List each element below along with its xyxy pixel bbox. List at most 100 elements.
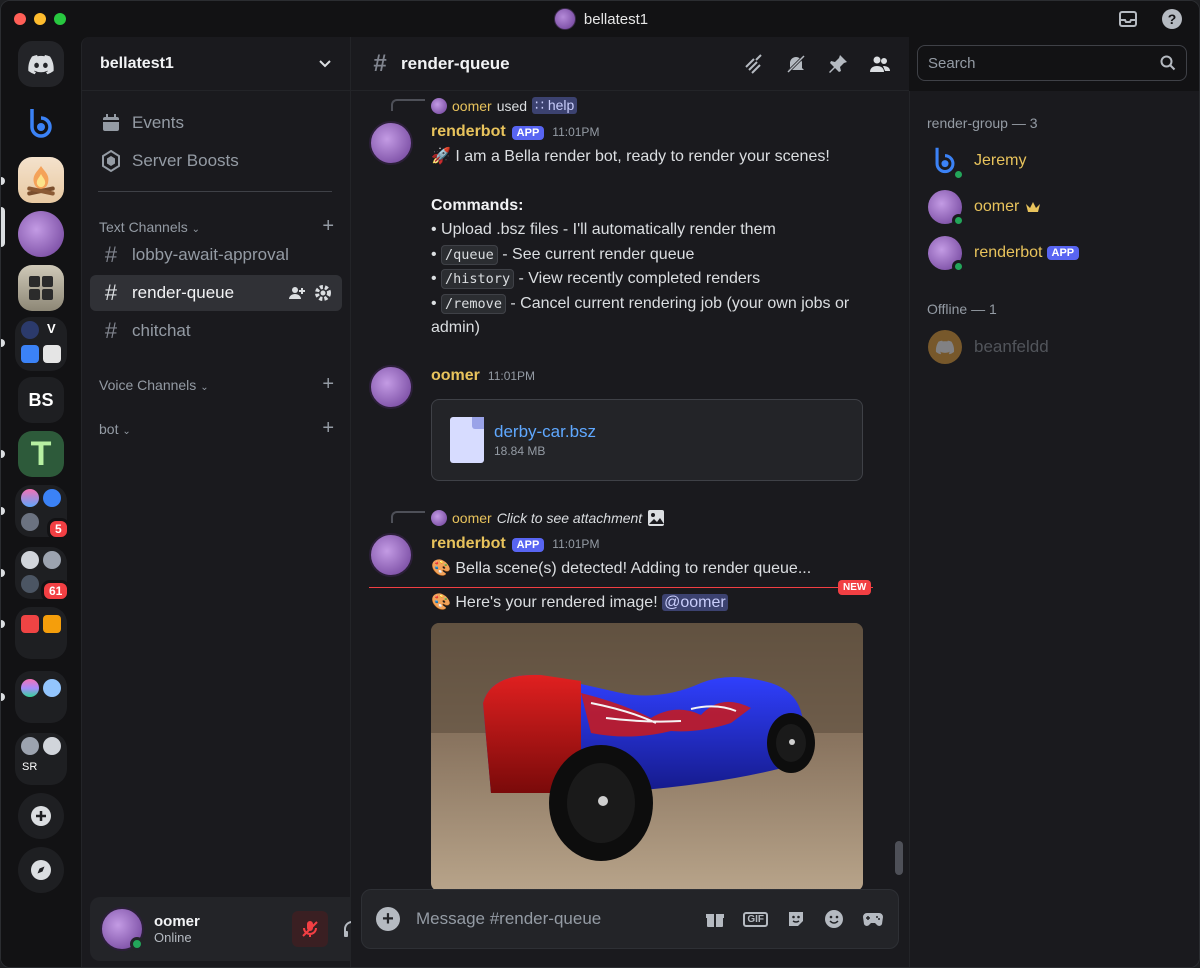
folder-sr-label: SR xyxy=(22,761,38,773)
minimize-window-button[interactable] xyxy=(34,13,46,25)
hash-icon: # xyxy=(373,49,387,77)
mute-button[interactable] xyxy=(292,911,328,947)
window-title-text: bellatest1 xyxy=(583,10,649,28)
message-text: Bella scene(s) detected! Adding to rende… xyxy=(455,560,812,577)
message-author[interactable]: oomer xyxy=(431,367,480,385)
member-row[interactable]: renderbot APP xyxy=(918,231,1193,275)
guild-header[interactable]: bellatest1 xyxy=(82,37,350,91)
gear-icon[interactable] xyxy=(314,284,332,302)
avatar xyxy=(431,510,447,526)
command-chip[interactable]: ∷ help xyxy=(532,97,578,114)
notifications-muted-icon[interactable] xyxy=(785,53,807,75)
command-reply-header[interactable]: oomer used ∷ help xyxy=(431,97,578,114)
chevron-down-icon: ⌄ xyxy=(200,381,209,393)
member-row[interactable]: oomer xyxy=(918,185,1193,229)
message-author[interactable]: renderbot xyxy=(431,535,506,553)
online-status-icon xyxy=(952,214,965,227)
channel-chitchat[interactable]: # chitchat xyxy=(90,313,342,349)
gift-icon[interactable] xyxy=(705,909,725,929)
apps-icon[interactable] xyxy=(862,910,884,928)
reply-username[interactable]: oomer xyxy=(452,98,492,114)
server-icon xyxy=(553,8,576,30)
message-input[interactable]: Message #render-queue xyxy=(416,909,601,929)
bella-logo-server[interactable] xyxy=(18,101,64,147)
threads-icon[interactable] xyxy=(743,53,765,75)
gif-icon[interactable]: GIF xyxy=(743,911,768,927)
channel-sidebar: bellatest1 Events Server Boosts Text Cha… xyxy=(81,37,422,967)
zoom-window-button[interactable] xyxy=(54,13,66,25)
channel-header: # render-queue xyxy=(351,37,909,91)
user-info[interactable]: oomer Online xyxy=(154,913,200,945)
server-folder-sr[interactable]: SR xyxy=(15,733,67,785)
file-name-link[interactable]: derby-car.bsz xyxy=(494,422,596,442)
inbox-icon[interactable] xyxy=(1117,8,1139,30)
unread-badge: 61 xyxy=(41,580,71,602)
avatar xyxy=(431,97,447,114)
user-mention[interactable]: @oomer xyxy=(662,594,728,611)
channel-lobby-await-approval[interactable]: # lobby-await-approval xyxy=(90,237,342,273)
app-window: bellatest1 ? V BS T 5 61 SR bellatest1 E… xyxy=(0,0,1200,968)
add-server-button[interactable] xyxy=(18,793,64,839)
reply-preview-text[interactable]: Click to see attachment xyxy=(497,510,643,526)
member-row[interactable]: Jeremy xyxy=(918,139,1193,183)
member-list-icon[interactable] xyxy=(869,53,891,75)
avatar[interactable] xyxy=(100,907,144,951)
sticker-icon[interactable] xyxy=(786,909,806,929)
server-folder-3[interactable] xyxy=(15,607,67,659)
search-input[interactable]: Search xyxy=(917,45,1187,81)
new-messages-divider xyxy=(369,587,873,588)
voice-channels-header[interactable]: Voice Channels ⌄ + xyxy=(99,373,334,396)
avatar[interactable] xyxy=(369,365,413,409)
command-item: • /history - View recently completed ren… xyxy=(431,269,761,289)
palette-icon: 🎨 xyxy=(431,594,451,611)
pin-icon[interactable] xyxy=(827,53,849,75)
avatar xyxy=(928,330,962,364)
bot-category-header[interactable]: bot ⌄ + xyxy=(99,417,334,440)
member-row[interactable]: beanfeldd xyxy=(918,325,1193,369)
t-server[interactable]: T xyxy=(18,431,64,477)
add-channel-icon[interactable]: + xyxy=(322,417,334,440)
scrollbar[interactable] xyxy=(895,841,903,875)
campfire-server[interactable] xyxy=(18,157,64,203)
rocket-icon: 🚀 xyxy=(431,148,451,165)
sidebar-divider xyxy=(98,191,332,192)
server-folder-v[interactable]: V xyxy=(15,317,67,371)
reply-username[interactable]: oomer xyxy=(452,510,492,526)
discover-button[interactable] xyxy=(18,847,64,893)
bella-logo-icon xyxy=(928,144,965,181)
message-body: 🎨 Bella scene(s) detected! Adding to ren… xyxy=(431,557,881,582)
emoji-icon[interactable] xyxy=(824,909,844,929)
channel-render-queue[interactable]: # render-queue xyxy=(90,275,342,311)
message-timestamp[interactable]: 11:01PM xyxy=(488,369,535,383)
search-placeholder: Search xyxy=(928,54,976,72)
hash-icon: # xyxy=(104,280,118,305)
online-status-icon xyxy=(952,168,965,181)
avatar[interactable] xyxy=(369,533,413,577)
server-folder-4[interactable] xyxy=(15,671,67,723)
message-meta: oomer 11:01PM xyxy=(431,367,535,385)
text-channels-header[interactable]: Text Channels ⌄ + xyxy=(99,215,334,238)
reply-header[interactable]: oomer Click to see attachment xyxy=(431,509,665,527)
help-icon[interactable]: ? xyxy=(1161,8,1183,30)
close-window-button[interactable] xyxy=(14,13,26,25)
upload-button[interactable]: + xyxy=(376,907,400,931)
window-controls xyxy=(14,13,66,25)
calculator-server[interactable] xyxy=(18,265,64,311)
file-attachment[interactable]: derby-car.bsz 18.84 MB xyxy=(431,399,863,481)
avatar[interactable] xyxy=(369,121,413,165)
add-channel-icon[interactable]: + xyxy=(322,215,334,238)
command-item: • Upload .bsz files - I'll automatically… xyxy=(431,221,776,238)
message-timestamp[interactable]: 11:01PM xyxy=(552,125,599,139)
server-boosts-link[interactable]: Server Boosts xyxy=(90,143,342,179)
levelset-server[interactable] xyxy=(18,211,64,257)
member-group-header: render-group — 3 xyxy=(927,115,1038,131)
bs-server[interactable]: BS xyxy=(18,377,64,423)
events-link[interactable]: Events xyxy=(90,105,342,141)
rendered-image[interactable] xyxy=(431,623,863,891)
add-channel-icon[interactable]: + xyxy=(322,373,334,396)
discord-home-button[interactable] xyxy=(18,41,64,87)
message-timestamp[interactable]: 11:01PM xyxy=(552,537,599,551)
invite-icon[interactable] xyxy=(288,284,306,302)
message-author[interactable]: renderbot xyxy=(431,123,506,141)
member-name: beanfeldd xyxy=(974,337,1049,356)
